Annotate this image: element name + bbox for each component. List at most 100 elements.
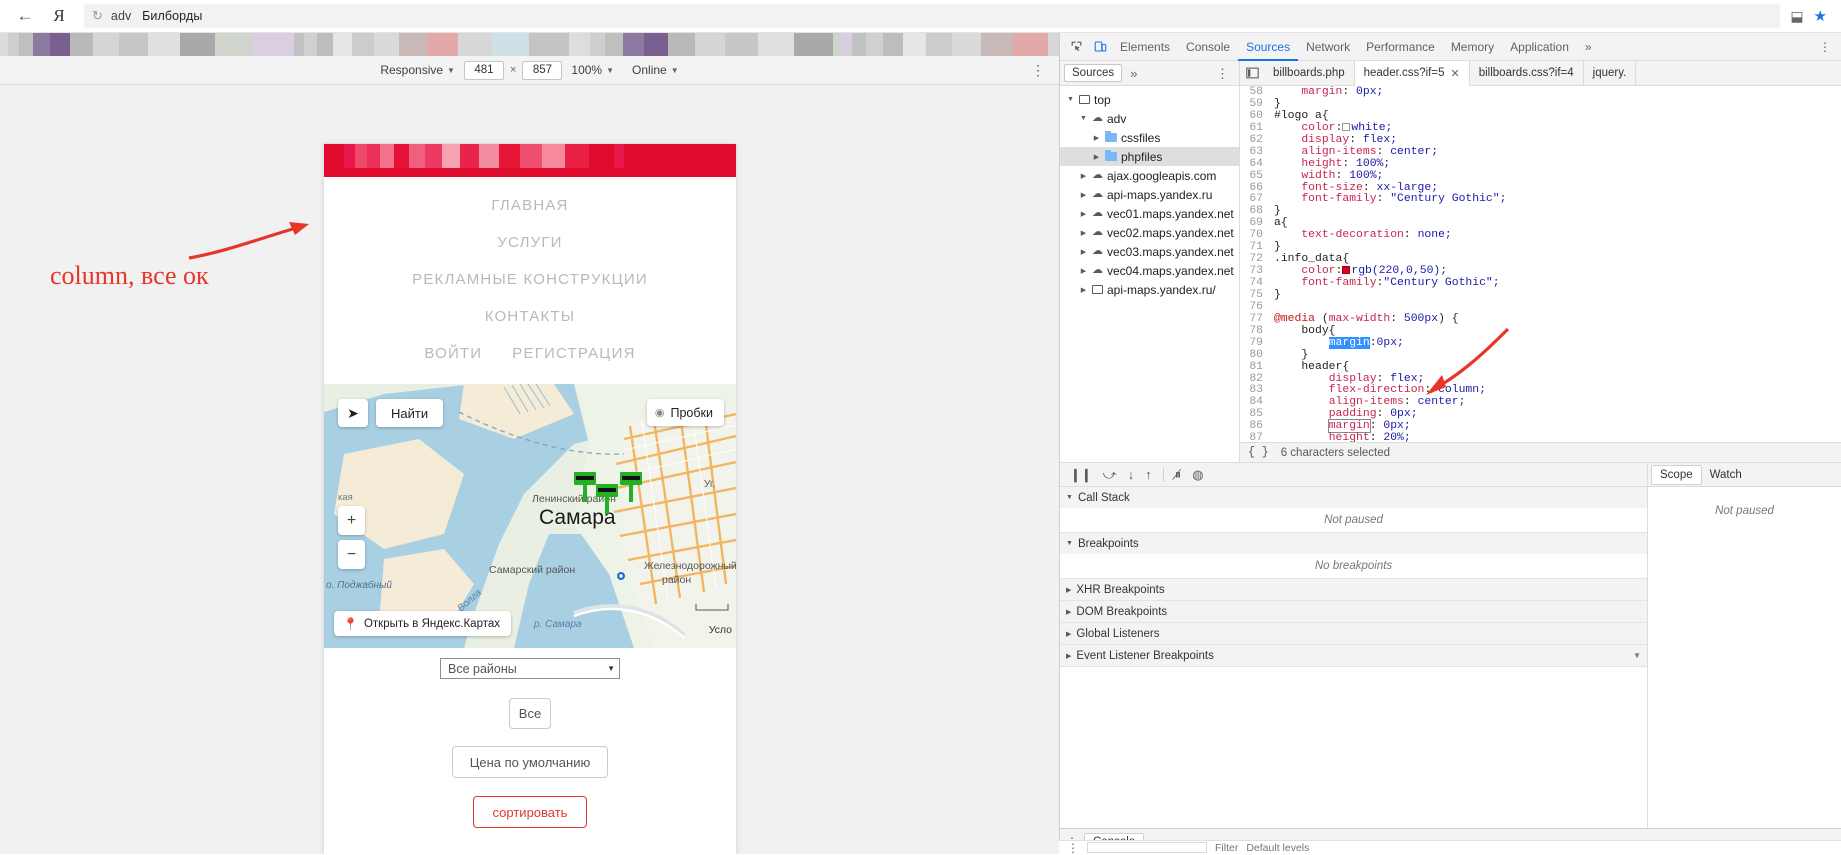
zoom-out-button[interactable]: − — [338, 540, 365, 569]
section-header-xhr-breakpoints[interactable]: ▶ XHR Breakpoints — [1060, 579, 1647, 600]
tabs-overflow-icon[interactable]: » — [1577, 33, 1600, 61]
nav-item-home[interactable]: ГЛАВНАЯ — [324, 187, 736, 224]
register-link[interactable]: РЕГИСТРАЦИЯ — [512, 335, 635, 372]
district-select[interactable]: Все районы ▼ — [440, 658, 620, 679]
nav-item-services[interactable]: УСЛУГИ — [324, 224, 736, 261]
price-default-button[interactable]: Цена по умолчанию — [451, 746, 609, 778]
more-options-icon[interactable]: ⋮ — [1031, 63, 1045, 77]
traffic-button[interactable]: ◉ Пробки — [646, 399, 724, 426]
caret-right-icon[interactable]: ▶ — [1079, 191, 1088, 199]
login-link[interactable]: ВОЙТИ — [424, 335, 482, 372]
tab-memory[interactable]: Memory — [1443, 33, 1502, 61]
billboard-marker[interactable] — [620, 472, 642, 502]
tree-item-vec03-maps-yandex-net[interactable]: ▶ ☁ vec03.maps.yandex.net — [1060, 242, 1239, 261]
section-header-event-listener-breakpoints[interactable]: ▶ Event Listener Breakpoints ▼ — [1060, 645, 1647, 666]
caret-right-icon[interactable]: ▶ — [1079, 210, 1088, 218]
editor-tab-jquery[interactable]: jquery. — [1584, 60, 1637, 86]
tree-item-vec02-maps-yandex-net[interactable]: ▶ ☁ vec02.maps.yandex.net — [1060, 223, 1239, 242]
tree-item-vec01-maps-yandex-net[interactable]: ▶ ☁ vec01.maps.yandex.net — [1060, 204, 1239, 223]
step-out-icon[interactable]: ↑ — [1145, 467, 1152, 482]
editor-tab-billboards-css[interactable]: billboards.css?if=4 — [1470, 60, 1584, 86]
tab-elements[interactable]: Elements — [1112, 33, 1178, 61]
tree-item-vec04-maps-yandex-net[interactable]: ▶ ☁ vec04.maps.yandex.net — [1060, 261, 1239, 280]
viewport-width-input[interactable]: 481 — [463, 60, 504, 80]
caret-right-icon[interactable]: ▶ — [1079, 267, 1088, 275]
viewport-height-input[interactable]: 857 — [522, 60, 563, 80]
caret-right-icon[interactable]: ▶ — [1079, 248, 1088, 256]
back-arrow-icon[interactable]: ← — [10, 1, 40, 31]
address-bar[interactable]: ↻ adv Билборды — [84, 4, 1781, 28]
star-icon[interactable]: ★ — [1814, 7, 1827, 25]
console-level-select[interactable]: Default levels — [1246, 842, 1309, 854]
nav-item-constructions[interactable]: РЕКЛАМНЫЕ КОНСТРУКЦИИ — [324, 261, 736, 298]
nav-item-contacts[interactable]: КОНТАКТЫ — [324, 298, 736, 335]
section-header-global-listeners[interactable]: ▶ Global Listeners — [1060, 623, 1647, 644]
more-tools-icon[interactable]: ⋮ — [1813, 35, 1837, 59]
caret-right-icon[interactable]: ▶ — [1092, 153, 1101, 161]
locate-arrow-icon[interactable]: ➤ — [338, 399, 368, 427]
scroll-down-icon[interactable]: ▼ — [1633, 651, 1647, 660]
tab-scope[interactable]: Scope — [1651, 464, 1702, 485]
caret-right-icon[interactable]: ▶ — [1079, 286, 1088, 294]
section-header-dom-breakpoints[interactable]: ▶ DOM Breakpoints — [1060, 601, 1647, 622]
caret-right-icon[interactable]: ▶ — [1079, 172, 1088, 180]
caret-right-icon[interactable]: ▶ — [1079, 229, 1088, 237]
zoom-select[interactable]: 100% ▼ — [562, 63, 623, 77]
navigator-more-options-icon[interactable]: ⋮ — [1216, 67, 1235, 80]
step-over-icon[interactable]: ⤻ — [1103, 467, 1117, 483]
editor-tab-header-css[interactable]: header.css?if=5 ✕ — [1354, 60, 1470, 86]
inspect-element-icon[interactable] — [1064, 35, 1088, 59]
tab-console[interactable]: Console — [1178, 33, 1238, 61]
debugger-section: ▼ Call Stack Not paused — [1060, 487, 1647, 533]
tree-item-phpfiles[interactable]: ▶ phpfiles — [1060, 147, 1239, 166]
extension-icon[interactable]: ⬓ — [1790, 8, 1803, 25]
cloud-icon: ☁ — [1092, 226, 1103, 238]
editor-tab-billboards-php[interactable]: billboards.php — [1264, 60, 1355, 86]
tab-network[interactable]: Network — [1298, 33, 1358, 61]
pretty-print-icon[interactable]: { } — [1248, 446, 1269, 459]
step-into-icon[interactable]: ↓ — [1128, 467, 1135, 482]
tab-watch[interactable]: Watch — [1702, 466, 1750, 484]
tree-item-adv[interactable]: ▼ ☁ adv — [1060, 109, 1239, 128]
console-settings-icon[interactable]: ⋮ — [1067, 842, 1079, 854]
console-filter-input[interactable] — [1087, 842, 1207, 853]
toggle-device-toolbar-icon[interactable] — [1088, 35, 1112, 59]
billboard-marker[interactable] — [596, 484, 618, 514]
line-number: 81 — [1249, 360, 1263, 373]
navigator-overflow-icon[interactable]: » — [1124, 66, 1143, 81]
yandex-map[interactable]: рай Уг. кая Ленинский район Самара Самар… — [324, 384, 736, 648]
caret-down-icon[interactable]: ▼ — [1079, 115, 1088, 122]
pause-on-exceptions-icon[interactable]: ◍ — [1192, 467, 1203, 483]
section-header-breakpoints[interactable]: ▼ Breakpoints — [1060, 533, 1647, 554]
code-editor-content[interactable]: 58 margin: 0px; 59} 60 #logo a{61 color: whi… — [1240, 86, 1841, 442]
reload-icon[interactable]: ↻ — [92, 8, 103, 24]
device-preset-select[interactable]: Responsive ▼ — [371, 63, 464, 77]
find-button[interactable]: Найти — [376, 399, 444, 427]
caret-right-icon[interactable]: ▶ — [1092, 134, 1101, 142]
tab-performance[interactable]: Performance — [1358, 33, 1443, 61]
sort-button[interactable]: сортировать — [472, 796, 588, 828]
navigator-tab-sources[interactable]: Sources — [1064, 64, 1123, 82]
open-in-yandex-maps-link[interactable]: 📍 Открыть в Яндекс.Картах — [334, 611, 512, 636]
tree-item-api-maps-yandex-ru[interactable]: ▶ ☁ api-maps.yandex.ru — [1060, 185, 1239, 204]
section-header-call-stack[interactable]: ▼ Call Stack — [1060, 487, 1647, 508]
collapse-sidebar-icon[interactable] — [1240, 61, 1264, 85]
throttling-select[interactable]: Online ▼ — [623, 63, 688, 77]
caret-down-icon[interactable]: ▼ — [1066, 96, 1075, 103]
close-icon[interactable]: ✕ — [1451, 67, 1460, 80]
tree-item-label: vec02.maps.yandex.net — [1107, 225, 1234, 240]
all-button[interactable]: Все — [509, 698, 551, 729]
tree-item-api-maps-yandex-ru-[interactable]: ▶ api-maps.yandex.ru/ — [1060, 280, 1239, 299]
zoom-in-button[interactable]: + — [338, 506, 365, 535]
tree-item-top[interactable]: ▼ top — [1060, 90, 1239, 109]
section-label: Event Listener Breakpoints — [1076, 649, 1214, 662]
deactivate-breakpoints-icon[interactable]: ⏸̸ — [1175, 467, 1182, 483]
section-label: DOM Breakpoints — [1076, 605, 1168, 618]
pause-icon[interactable]: ❙❙ — [1070, 467, 1092, 483]
map-terms-link[interactable]: Усло — [709, 624, 732, 636]
tree-item-ajax-googleapis-com[interactable]: ▶ ☁ ajax.googleapis.com — [1060, 166, 1239, 185]
tab-application[interactable]: Application — [1502, 33, 1577, 61]
tab-sources[interactable]: Sources — [1238, 33, 1298, 61]
tree-item-cssfiles[interactable]: ▶ cssfiles — [1060, 128, 1239, 147]
billboard-marker[interactable] — [574, 472, 596, 502]
